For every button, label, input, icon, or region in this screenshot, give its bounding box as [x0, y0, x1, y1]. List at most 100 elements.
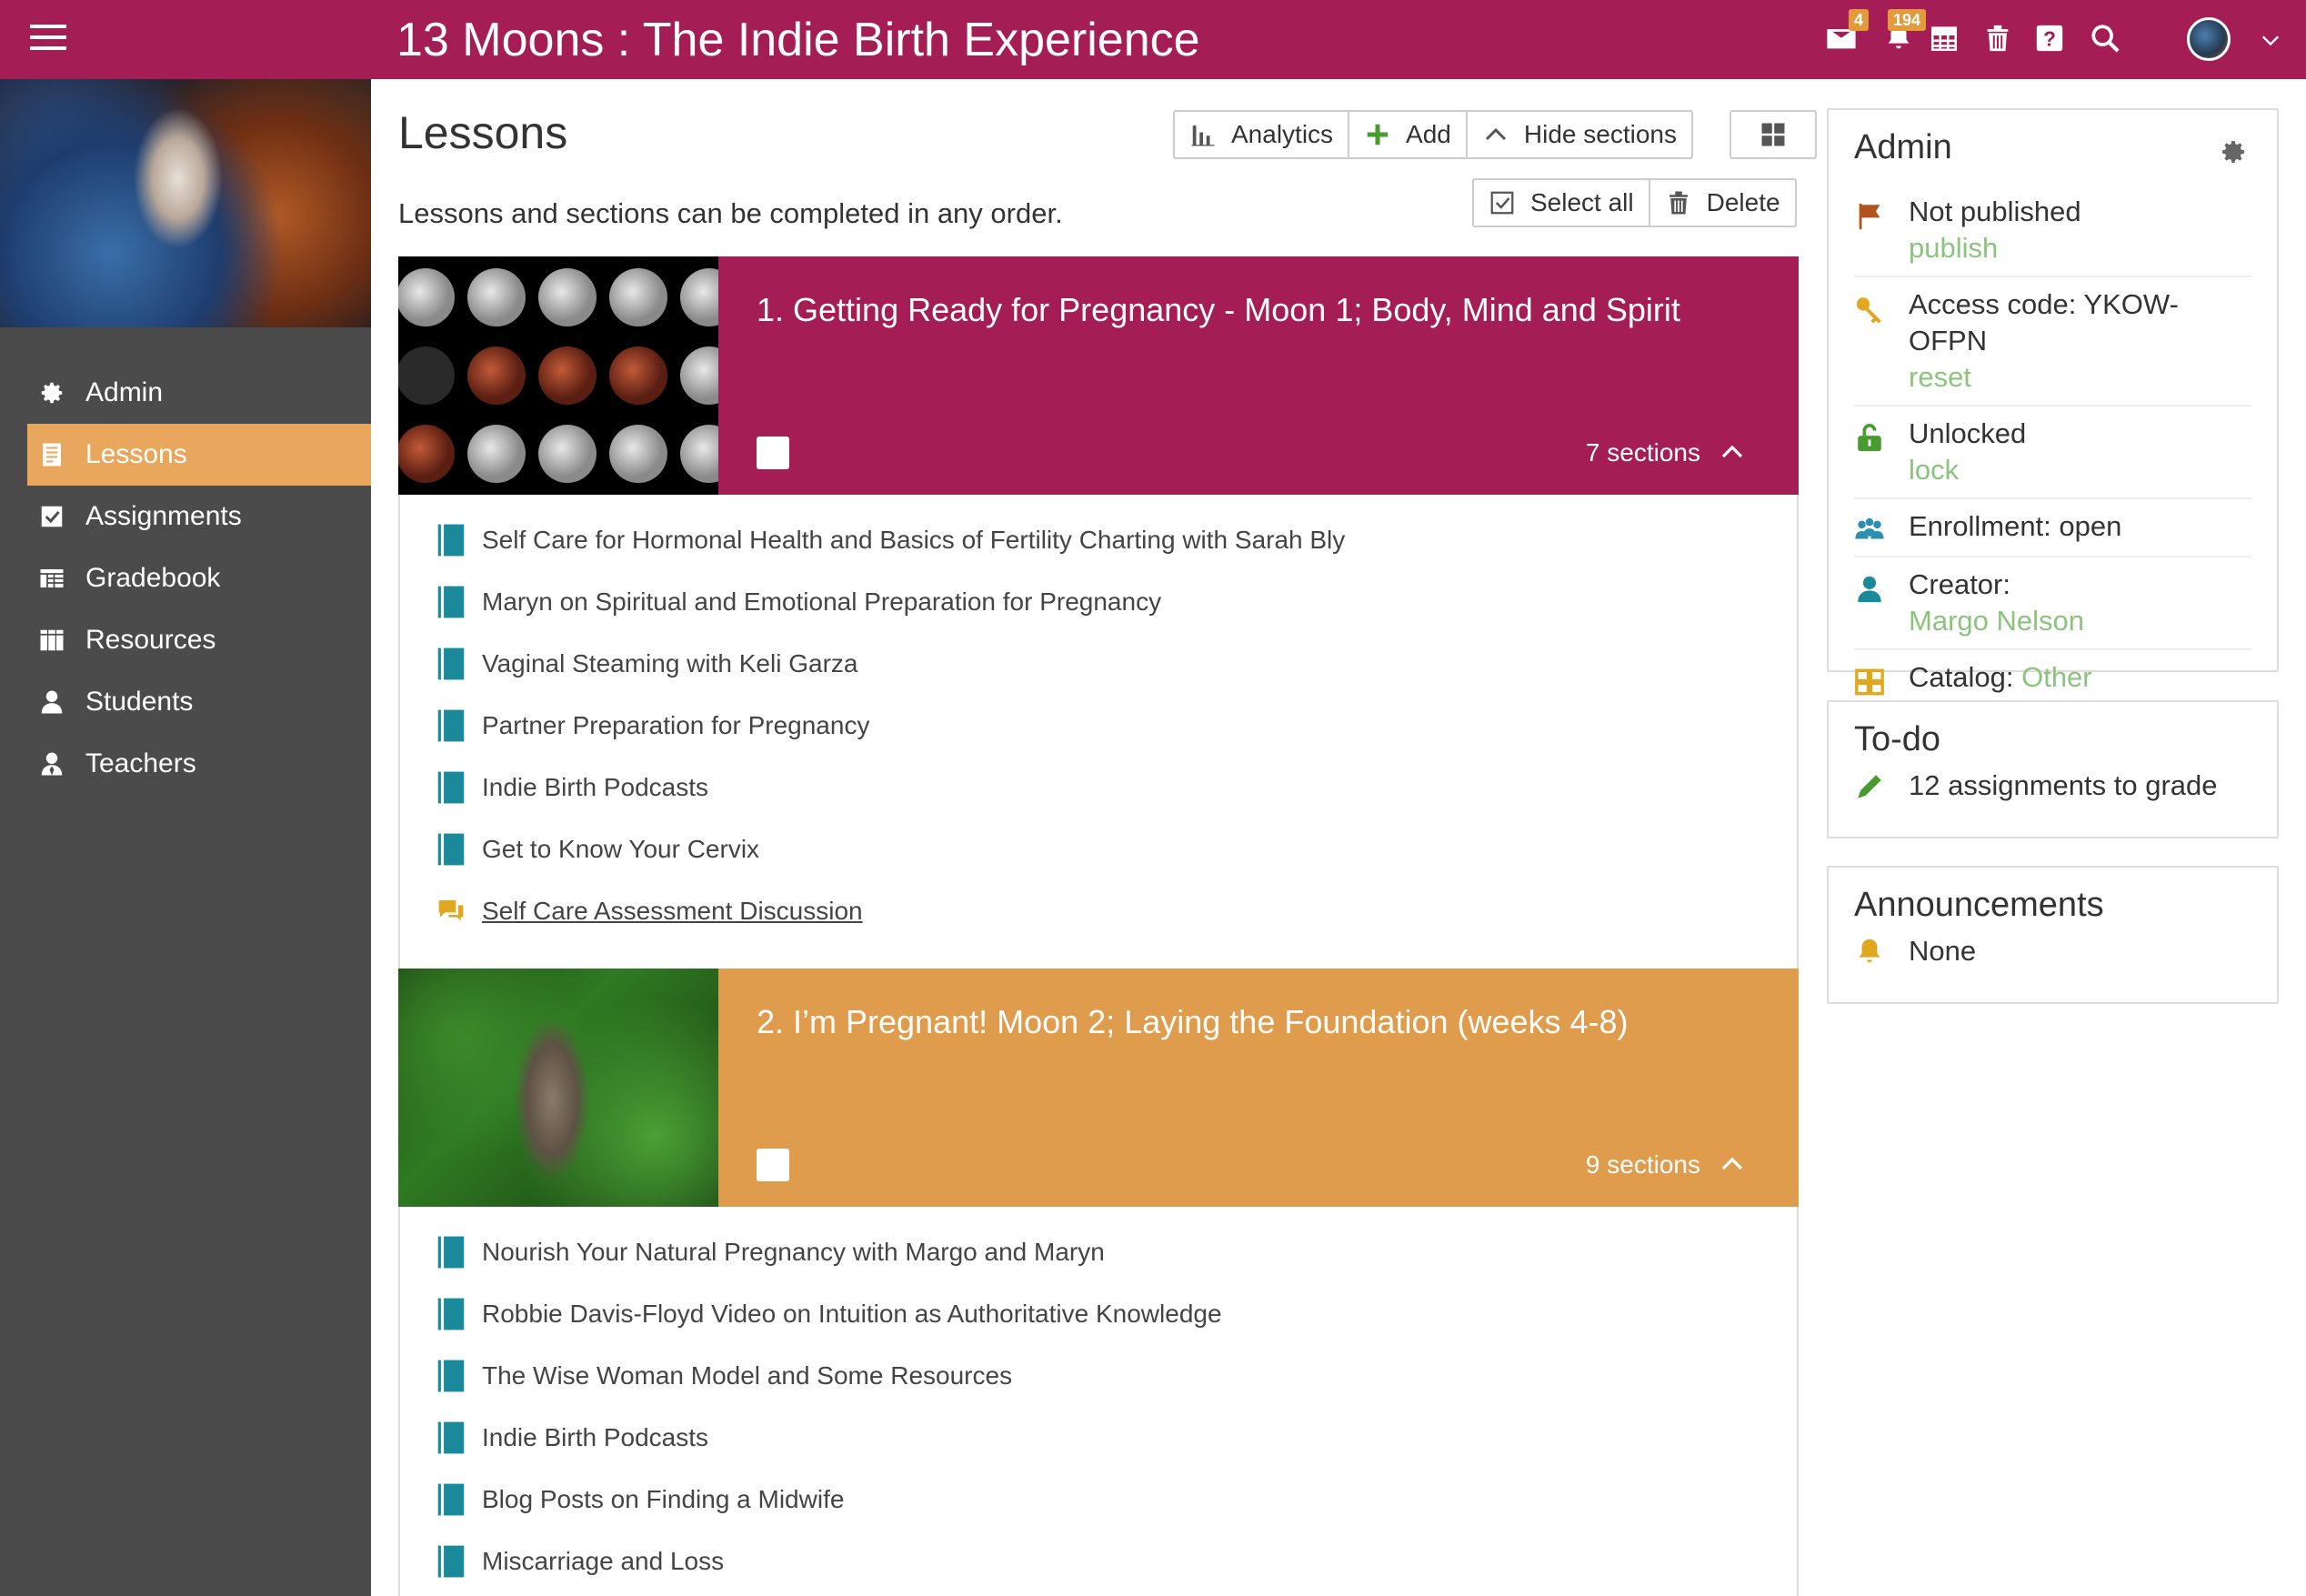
lock-link[interactable]: lock	[1909, 452, 2026, 488]
lesson-card-2[interactable]: 2. I’m Pregnant! Moon 2; Laying the Foun…	[398, 969, 1799, 1207]
lesson-header-bar[interactable]: 2. I’m Pregnant! Moon 2; Laying the Foun…	[718, 969, 1799, 1207]
book-icon	[437, 833, 465, 866]
checkbox-icon	[1490, 191, 1514, 215]
bell-icon[interactable]: 194	[1880, 9, 1926, 56]
moon-phases-image	[396, 268, 738, 483]
gradebook-icon	[38, 565, 65, 592]
section-title: Nourish Your Natural Pregnancy with Marg…	[482, 1238, 1105, 1266]
section-item[interactable]: Partner Preparation for Pregnancy	[400, 695, 1797, 757]
publish-link[interactable]: publish	[1909, 230, 2081, 266]
mail-icon[interactable]: 4	[1823, 9, 1869, 56]
sections-count: 7 sections	[1585, 438, 1700, 467]
analytics-label: Analytics	[1231, 120, 1334, 148]
announcements-panel-title: Announcements	[1854, 886, 2104, 924]
lesson-title[interactable]: 1. Getting Ready for Pregnancy - Moon 1;…	[757, 291, 1680, 329]
lesson-checkbox[interactable]	[757, 1149, 789, 1181]
section-title: Indie Birth Podcasts	[482, 1423, 709, 1451]
grid-view-button[interactable]	[1730, 110, 1817, 159]
section-item[interactable]: Maryn on Spiritual and Emotional Prepara…	[400, 571, 1797, 633]
plus-icon	[1367, 124, 1389, 146]
enrollment-row: Enrollment: open	[1854, 499, 2251, 557]
section-item[interactable]: Blog Posts on Finding a Midwife	[400, 1469, 1797, 1531]
section-item[interactable]: Miscarriage and Loss	[400, 1531, 1797, 1592]
pencil-icon	[1858, 775, 1881, 798]
section-item[interactable]: Nourish Your Natural Pregnancy with Marg…	[400, 1221, 1797, 1283]
section-item[interactable]: Indie Birth Podcasts	[400, 757, 1797, 818]
chevron-up-icon[interactable]	[1719, 438, 1746, 466]
lock-status: Unlocked	[1909, 417, 2027, 449]
selection-toolbar: Select all Delete	[1472, 178, 1797, 227]
section-title: Maryn on Spiritual and Emotional Prepara…	[482, 587, 1162, 616]
admin-panel-title: Admin	[1854, 128, 1952, 166]
bell-icon	[1859, 939, 1880, 963]
lesson-thumbnail[interactable]	[398, 969, 718, 1207]
enrollment-status[interactable]: Enrollment: open	[1909, 508, 2121, 545]
section-item[interactable]: The Wise Woman Model and Some Resources	[400, 1345, 1797, 1407]
lesson-thumbnail[interactable]	[396, 256, 738, 495]
sidebar-item-lessons[interactable]: Lessons	[27, 424, 371, 486]
sidebar-item-gradebook[interactable]: Gradebook	[27, 547, 371, 609]
chevron-up-icon	[1485, 127, 1506, 141]
select-all-label: Select all	[1530, 188, 1634, 216]
todo-panel: To-do 12 assignments to grade	[1827, 700, 2279, 838]
lessons-toolbar: Analytics Add Hide sections	[1173, 110, 1693, 159]
main-content: Lessons Analytics Add Hide sections Less…	[371, 79, 1817, 1596]
admin-panel: Admin Not published publish Access code:…	[1827, 108, 2279, 696]
trash-icon[interactable]	[1980, 20, 2016, 56]
add-label: Add	[1406, 120, 1451, 148]
creator-link[interactable]: Margo Nelson	[1909, 603, 2084, 639]
section-item[interactable]: Self Care for Hormonal Health and Basics…	[400, 509, 1797, 571]
book-icon	[437, 1360, 465, 1392]
book-icon	[437, 1545, 465, 1578]
section-title[interactable]: Self Care Assessment Discussion	[482, 897, 863, 926]
search-icon[interactable]	[2087, 20, 2123, 56]
sidebar-item-admin[interactable]: Admin	[27, 362, 371, 424]
todo-panel-title: To-do	[1854, 720, 1941, 758]
discussion-icon	[438, 900, 464, 921]
calendar-icon[interactable]	[1926, 20, 1962, 56]
delete-button[interactable]: Delete	[1650, 180, 1795, 226]
help-icon[interactable]: ?	[2031, 20, 2068, 56]
analytics-button[interactable]: Analytics	[1175, 112, 1350, 157]
sidebar-item-label: Resources	[85, 625, 216, 655]
announcements-value: None	[1909, 935, 1977, 967]
sidebar-item-label: Lessons	[85, 439, 187, 469]
section-item[interactable]: Vaginal Steaming with Keli Garza	[400, 633, 1797, 695]
avatar[interactable]	[2187, 17, 2231, 61]
announcements-row: None	[1854, 933, 2251, 979]
select-all-button[interactable]: Select all	[1474, 180, 1650, 226]
section-item[interactable]: Get to Know Your Cervix	[400, 818, 1797, 880]
svg-text:?: ?	[2043, 27, 2056, 51]
lesson-card-1[interactable]: 1. Getting Ready for Pregnancy - Moon 1;…	[396, 256, 1799, 495]
book-icon	[437, 771, 465, 804]
section-item[interactable]: Indie Birth Podcasts	[400, 1407, 1797, 1469]
flag-icon	[1859, 203, 1880, 230]
book-icon	[437, 1483, 465, 1516]
chevron-down-icon[interactable]	[2261, 30, 2281, 50]
section-item[interactable]: Self Care Assessment Discussion	[400, 880, 1797, 942]
catalog-link[interactable]: Other	[2021, 661, 2092, 693]
reset-link[interactable]: reset	[1909, 359, 2251, 396]
lesson-checkbox[interactable]	[757, 437, 789, 469]
lesson-title[interactable]: 2. I’m Pregnant! Moon 2; Laying the Foun…	[757, 1003, 1629, 1041]
sidebar-item-teachers[interactable]: Teachers	[27, 733, 371, 795]
assignments-to-grade-link[interactable]: 12 assignments to grade	[1909, 768, 2218, 804]
lock-row: Unlocked lock	[1854, 407, 2251, 499]
group-icon	[1855, 517, 1884, 539]
gear-icon[interactable]	[2219, 137, 2248, 166]
menu-icon[interactable]	[30, 25, 66, 54]
book-icon	[437, 524, 465, 557]
chevron-up-icon[interactable]	[1719, 1150, 1746, 1178]
checkbox-icon	[38, 503, 65, 530]
section-item[interactable]: Robbie Davis-Floyd Video on Intuition as…	[400, 1283, 1797, 1345]
book-icon	[437, 1298, 465, 1330]
header-icons: 4 194 ?	[1797, 0, 2306, 79]
lesson-header-bar[interactable]: 1. Getting Ready for Pregnancy - Moon 1;…	[718, 256, 1799, 495]
hide-sections-button[interactable]: Hide sections	[1468, 112, 1691, 157]
sidebar-item-students[interactable]: Students	[27, 671, 371, 733]
key-icon	[1856, 297, 1881, 324]
sidebar-item-resources[interactable]: Resources	[27, 609, 371, 671]
add-button[interactable]: Add	[1349, 112, 1468, 157]
sidebar-item-assignments[interactable]: Assignments	[27, 486, 371, 547]
sections-count: 9 sections	[1585, 1150, 1700, 1179]
